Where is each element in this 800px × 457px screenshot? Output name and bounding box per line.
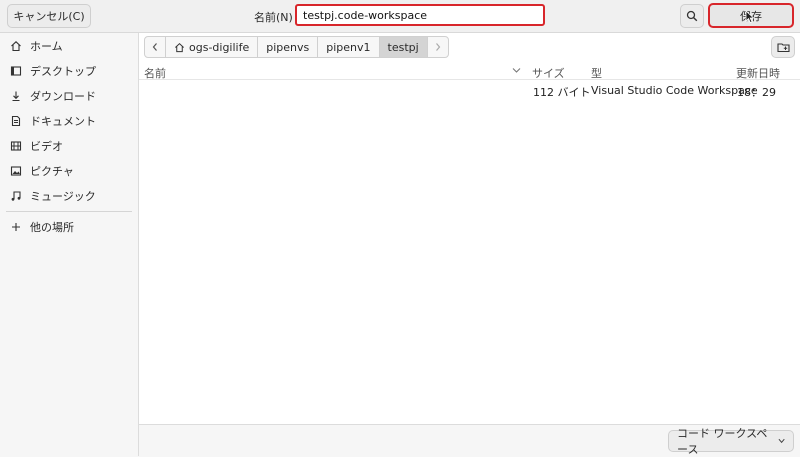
sidebar-item-label: ビデオ [30,140,63,153]
music-icon [10,190,22,202]
sidebar-item-videos[interactable]: ビデオ [0,134,137,158]
file-type-filter-select[interactable]: コード ワークスペース [668,427,794,456]
sidebar-item-label: ピクチャ [30,165,74,178]
search-button[interactable] [680,4,704,28]
sidebar-item-downloads[interactable]: ダウンロード [0,84,137,108]
chevron-down-icon [778,438,785,444]
document-icon [10,115,22,127]
video-icon [10,140,22,152]
sidebar-item-label: ホーム [30,40,63,53]
sidebar-item-desktop[interactable]: デスクトップ [0,59,137,83]
home-icon [175,42,184,52]
file-size-cell: 112 バイト [533,86,591,99]
new-folder-button[interactable] [771,36,795,58]
sidebar-item-documents[interactable]: ドキュメント [0,109,137,133]
path-crumb-label: testpj [387,40,419,54]
plus-icon [10,221,22,233]
sidebar-item-label: デスクトップ [30,65,96,78]
sidebar-divider [6,211,132,212]
search-icon [686,10,698,22]
new-folder-icon [776,43,790,53]
mouse-pointer-icon [745,10,755,24]
sort-chevron-down-icon[interactable] [512,67,521,74]
path-crumb-home[interactable]: ogs-digilife [166,37,259,57]
path-crumb-label: pipenv1 [326,40,371,54]
sidebar-item-label: ドキュメント [30,115,96,128]
path-crumb-label: ogs-digilife [189,40,250,54]
path-bar: ogs-digilife pipenvs pipenv1 testpj [144,36,449,58]
path-back-button[interactable] [145,37,166,57]
sidebar-item-other-locations[interactable]: 他の場所 [0,215,137,239]
cancel-button[interactable]: キャンセル(C) [7,4,91,28]
filename-input[interactable]: testpj.code-workspace [295,4,545,26]
path-crumb-testpj[interactable]: testpj [379,37,428,57]
sidebar-item-pictures[interactable]: ピクチャ [0,159,137,183]
picture-icon [10,165,22,177]
path-crumb-label: pipenvs [266,40,310,54]
chevron-left-icon [152,43,157,51]
file-type-cell: Visual Studio Code Workspace [591,84,758,97]
desktop-icon [10,65,22,77]
file-modified-cell: 18：29 [737,86,776,99]
chevron-right-icon [435,43,441,51]
sidebar-item-label: ダウンロード [30,90,96,103]
sidebar-item-label: 他の場所 [30,221,74,234]
download-icon [10,90,22,102]
path-forward-button[interactable] [428,37,448,57]
header-divider [139,79,800,80]
filename-label: 名前(N) [254,11,293,24]
path-crumb-pipenvs[interactable]: pipenvs [258,37,319,57]
home-icon [10,40,22,52]
sidebar-item-home[interactable]: ホーム [0,34,137,58]
sidebar-item-music[interactable]: ミュージック [0,184,137,208]
path-crumb-pipenv1[interactable]: pipenv1 [318,37,380,57]
filter-select-value: コード ワークスペース [677,427,768,456]
sidebar-item-label: ミュージック [30,190,96,203]
